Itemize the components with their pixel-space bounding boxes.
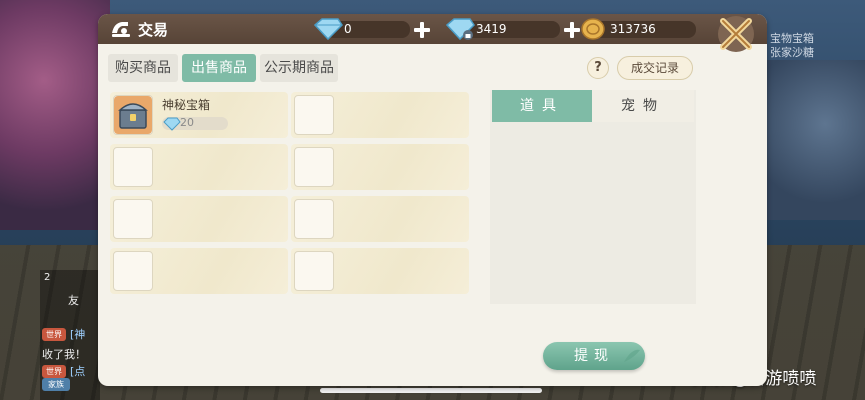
- item-slot-7[interactable]: [110, 248, 288, 294]
- empty-slot-icon-box: [113, 147, 153, 187]
- item-slot-5[interactable]: [110, 196, 288, 242]
- chat-tag-world: 世界: [42, 328, 66, 341]
- leaf-decoration-icon: [624, 349, 640, 362]
- segment-items[interactable]: 道具: [492, 90, 592, 122]
- item-slot-4[interactable]: [291, 144, 469, 190]
- trade-panel: 交易 0 3419 313736 购买商品 出售商品 公示期商品 ? 成交记录: [98, 14, 767, 386]
- tab-buy[interactable]: 购买商品: [108, 54, 178, 82]
- empty-slot-icon-box: [294, 147, 334, 187]
- chat-count: 2: [44, 272, 51, 283]
- item-icon-box: [113, 95, 153, 135]
- chat-line-3: [点: [70, 365, 86, 378]
- item-name: 神秘宝箱: [162, 98, 211, 112]
- empty-slot-icon-box: [294, 199, 334, 239]
- treasure-chest-icon: [114, 96, 152, 134]
- trade-icon: [112, 22, 130, 37]
- background-scenery: [765, 60, 865, 220]
- price-diamond-icon: [163, 117, 181, 131]
- chat-line-2: 收了我！: [42, 348, 86, 361]
- empty-slot-icon-box: [294, 251, 334, 291]
- currency-diamond-value: 0: [344, 22, 352, 36]
- empty-slot-icon-box: [113, 251, 153, 291]
- chat-tag-world-2: 世界: [42, 365, 66, 378]
- panel-title: 交易: [138, 21, 169, 39]
- chat-friend-label: 友: [68, 294, 79, 307]
- add-locked-diamond-button[interactable]: [562, 20, 582, 40]
- currency-gold-value: 313736: [610, 22, 656, 36]
- add-diamond-button[interactable]: [412, 20, 432, 40]
- item-slot-8[interactable]: [291, 248, 469, 294]
- help-button[interactable]: ?: [587, 57, 609, 79]
- item-slot-6[interactable]: [291, 196, 469, 242]
- currency-locked-diamond-value: 3419: [476, 22, 507, 36]
- segment-pets[interactable]: 宠物: [592, 90, 694, 122]
- empty-slot-icon-box: [113, 199, 153, 239]
- close-button[interactable]: [713, 14, 759, 58]
- item-price: 20: [180, 116, 194, 129]
- locked-diamond-icon: [445, 18, 475, 41]
- home-indicator[interactable]: [320, 388, 542, 393]
- inventory-panel[interactable]: [490, 90, 696, 304]
- chat-line-1: [神: [70, 328, 86, 341]
- pink-creature: [0, 0, 110, 230]
- item-slot-3[interactable]: [110, 144, 288, 190]
- background-text-2: 张家沙糖: [770, 46, 814, 59]
- item-slot-1[interactable]: 神秘宝箱 20: [110, 92, 288, 138]
- chat-tag-family[interactable]: 家族: [42, 378, 70, 391]
- item-slot-2[interactable]: [291, 92, 469, 138]
- tab-public[interactable]: 公示期商品: [260, 54, 338, 82]
- diamond-icon: [313, 18, 343, 41]
- transaction-record-button[interactable]: 成交记录: [617, 56, 693, 80]
- empty-slot-icon-box: [294, 95, 334, 135]
- tab-sell[interactable]: 出售商品: [182, 54, 256, 82]
- gold-coin-icon: [581, 18, 605, 40]
